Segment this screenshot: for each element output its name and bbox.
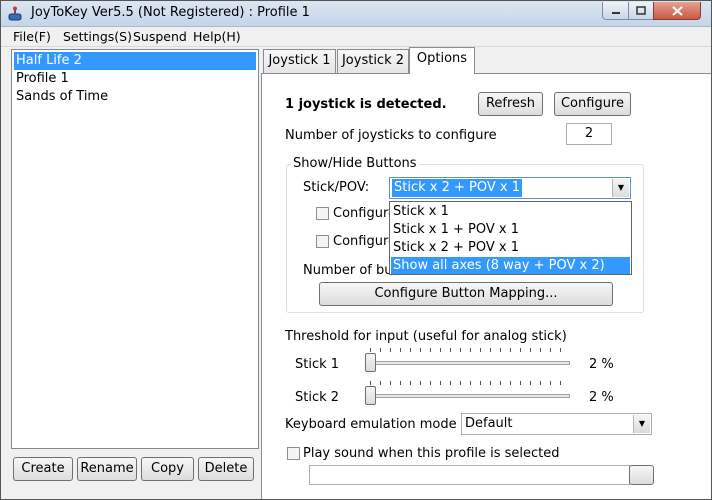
tab-joystick-1[interactable]: Joystick 1 [263, 49, 336, 73]
profile-item-profile-1[interactable]: Profile 1 [14, 70, 256, 88]
sound-file-input[interactable] [309, 465, 630, 485]
menu-settings[interactable]: Settings(S) [63, 29, 132, 44]
profile-item-sands-of-time[interactable]: Sands of Time [14, 88, 256, 106]
menu-bar: File(F) Settings(S) Suspend Help(H) [1, 27, 711, 47]
title-bar[interactable]: JoyToKey Ver5.5 (Not Registered) : Profi… [1, 1, 711, 27]
copy-button[interactable]: Copy [141, 457, 194, 481]
profile-item-half-life-2[interactable]: Half Life 2 [14, 52, 256, 70]
configure-checkbox-1-label: Configure [333, 206, 397, 221]
refresh-button[interactable]: Refresh [478, 92, 543, 116]
stick1-ticks [370, 348, 570, 352]
minimize-button[interactable] [602, 2, 629, 20]
tab-joystick-2[interactable]: Joystick 2 [337, 49, 409, 73]
menu-file[interactable]: File(F) [13, 29, 51, 44]
rename-button[interactable]: Rename [77, 457, 137, 481]
chevron-down-icon[interactable]: ▼ [612, 179, 629, 197]
maximize-icon [636, 6, 646, 15]
dropdown-option-selected[interactable]: Show all axes (8 way + POV x 2) [391, 257, 630, 274]
num-joysticks-label: Number of joysticks to configure [285, 128, 497, 143]
window-title: JoyToKey Ver5.5 (Not Registered) : Profi… [31, 5, 310, 20]
stick-pov-dropdown-list: Stick x 1 Stick x 1 + POV x 1 Stick x 2 … [389, 201, 632, 275]
stick2-slider-track[interactable] [367, 394, 570, 398]
menu-suspend[interactable]: Suspend [133, 29, 187, 44]
stick2-value: 2 % [589, 390, 614, 405]
stick1-slider-thumb[interactable] [365, 353, 376, 372]
play-sound-checkbox[interactable] [287, 447, 300, 460]
num-joysticks-input[interactable]: 2 [566, 123, 612, 145]
stick2-label: Stick 2 [295, 390, 340, 405]
stick2-slider-thumb[interactable] [365, 386, 376, 405]
threshold-label: Threshold for input (useful for analog s… [285, 329, 567, 344]
group-title: Show/Hide Buttons [291, 156, 419, 171]
browse-sound-button[interactable] [629, 465, 654, 485]
create-button[interactable]: Create [13, 457, 73, 481]
joystick-detected-text: 1 joystick is detected. [285, 97, 447, 112]
minimize-icon [611, 11, 620, 14]
configure-checkbox-2[interactable] [316, 235, 329, 248]
keyboard-mode-label: Keyboard emulation mode [285, 417, 457, 432]
delete-button[interactable]: Delete [198, 457, 254, 481]
stick1-slider-track[interactable] [367, 361, 570, 365]
close-icon [671, 5, 683, 16]
menu-help[interactable]: Help(H) [193, 29, 241, 44]
stick-pov-select[interactable]: Stick x 2 + POV x 1 ▼ [389, 177, 631, 199]
number-of-buttons-label: Number of bu [303, 263, 393, 278]
stick-pov-label: Stick/POV: [303, 180, 370, 195]
play-sound-label: Play sound when this profile is selected [303, 446, 560, 461]
stick1-value: 2 % [589, 357, 614, 372]
stick-pov-value: Stick x 2 + POV x 1 [392, 179, 522, 197]
close-button[interactable] [653, 2, 701, 20]
keyboard-mode-value: Default [465, 416, 513, 431]
configure-button-mapping-button[interactable]: Configure Button Mapping... [319, 282, 613, 306]
tab-options[interactable]: Options [409, 47, 475, 74]
configure-checkbox-1[interactable] [316, 207, 329, 220]
dropdown-option[interactable]: Stick x 2 + POV x 1 [391, 239, 630, 256]
stick2-ticks [370, 381, 570, 385]
app-window: JoyToKey Ver5.5 (Not Registered) : Profi… [0, 0, 712, 500]
joystick-icon [8, 6, 22, 21]
dropdown-option[interactable]: Stick x 1 [391, 203, 630, 220]
keyboard-mode-select[interactable]: Default ▼ [461, 413, 652, 435]
configure-checkbox-2-label: Configure [333, 234, 397, 249]
dropdown-option[interactable]: Stick x 1 + POV x 1 [391, 221, 630, 238]
maximize-button[interactable] [628, 2, 654, 20]
chevron-down-icon[interactable]: ▼ [633, 415, 650, 433]
stick1-label: Stick 1 [295, 357, 340, 372]
profile-list[interactable]: Half Life 2 Profile 1 Sands of Time [11, 49, 259, 449]
configure-button[interactable]: Configure [554, 92, 631, 116]
